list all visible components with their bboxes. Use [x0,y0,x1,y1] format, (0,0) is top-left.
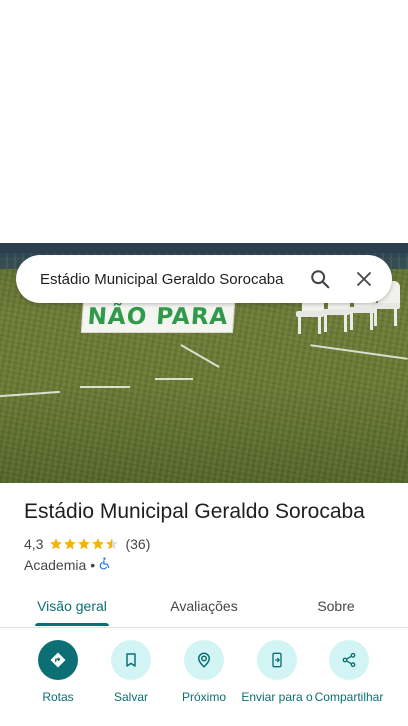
rating-stars [49,537,119,551]
send-to-phone-icon [257,640,297,680]
share-button[interactable]: Compartilhar [309,640,389,720]
star-icon [64,538,77,550]
directions-icon [38,640,78,680]
search-icon[interactable] [298,257,342,301]
field-line [155,378,193,380]
star-half-icon [106,538,119,550]
star-icon [78,538,91,550]
send-to-phone-label: Enviar para o [241,690,313,704]
search-bar[interactable]: Estádio Municipal Geraldo Sorocaba [16,255,392,303]
tab-about-label: Sobre [317,598,355,614]
directions-button[interactable]: Rotas [18,640,98,720]
action-bar: Rotas Salvar Próximo Enviar para o Compa… [0,640,408,726]
photo-sign: NÃO PARA [80,301,236,333]
star-icon [92,538,105,550]
category-row: Academia • [24,556,112,573]
search-query[interactable]: Estádio Municipal Geraldo Sorocaba [40,271,298,288]
nearby-icon [184,640,224,680]
active-tab-indicator [35,623,109,626]
tab-overview-label: Visão geral [37,598,107,614]
directions-label: Rotas [42,690,74,704]
rating-value: 4,3 [24,536,44,552]
bookmark-icon [111,640,151,680]
nearby-label: Próximo [181,690,226,704]
nearby-button[interactable]: Próximo [164,640,244,720]
map-area-blank[interactable] [0,0,408,243]
tab-reviews-label: Avaliações [170,598,238,614]
wheelchair-icon [99,556,112,573]
separator-dot: • [90,556,96,573]
field-line [80,386,130,388]
save-button[interactable]: Salvar [91,640,171,720]
share-label: Compartilhar [314,690,384,704]
photo-sign-text: NÃO PARA [86,304,230,330]
rating-row[interactable]: 4,3 (36) [24,536,150,552]
reviews-count[interactable]: (36) [125,536,150,552]
send-to-phone-button[interactable]: Enviar para o [237,640,317,720]
star-icon [50,538,63,550]
tab-overview[interactable]: Visão geral [24,584,120,628]
share-icon [329,640,369,680]
save-label: Salvar [113,690,148,704]
tab-bar: Visão geral Avaliações Sobre [0,584,408,628]
place-title: Estádio Municipal Geraldo Sorocaba [24,500,365,523]
close-icon[interactable] [342,257,386,301]
tab-reviews[interactable]: Avaliações [156,584,252,628]
category-label: Academia [24,556,87,573]
tab-about[interactable]: Sobre [300,584,372,628]
